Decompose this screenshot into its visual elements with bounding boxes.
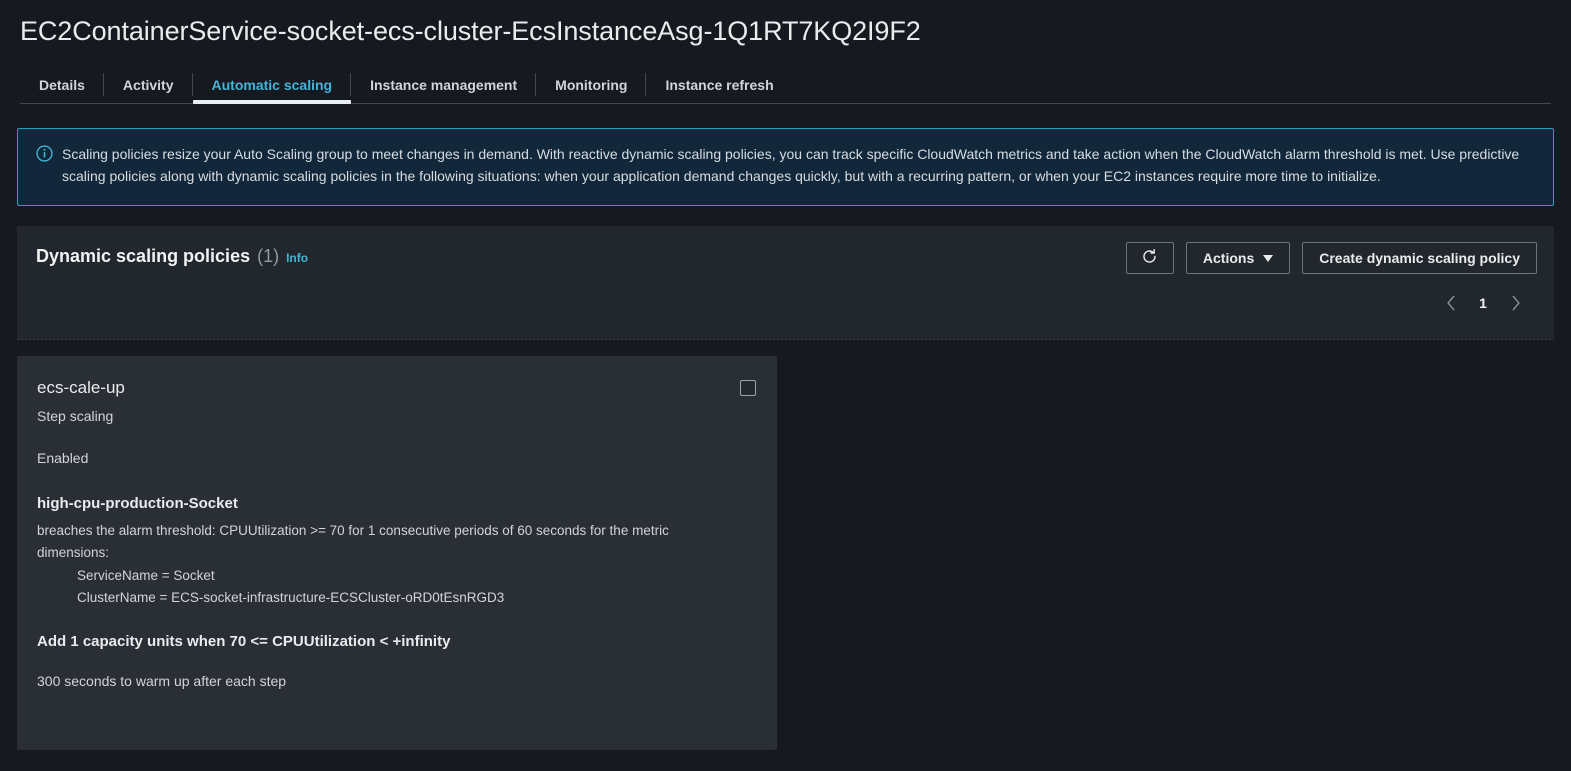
refresh-icon: [1141, 248, 1158, 268]
tab-bar: Details Activity Automatic scaling Insta…: [20, 66, 1551, 104]
tab-label: Details: [39, 77, 85, 93]
tab-instance-management[interactable]: Instance management: [351, 66, 536, 103]
tab-automatic-scaling[interactable]: Automatic scaling: [193, 66, 352, 103]
panel-count: (1): [257, 246, 279, 267]
actions-label: Actions: [1203, 250, 1254, 266]
page-title: EC2ContainerService-socket-ecs-cluster-E…: [20, 16, 921, 47]
policy-action: Add 1 capacity units when 70 <= CPUUtili…: [37, 633, 755, 650]
tab-label: Instance management: [370, 77, 517, 93]
chevron-down-icon: [1263, 255, 1273, 262]
tab-instance-refresh[interactable]: Instance refresh: [646, 66, 792, 103]
list-item: ServiceName = Socket: [77, 565, 755, 587]
info-banner: Scaling policies resize your Auto Scalin…: [17, 128, 1554, 206]
policy-type: Step scaling: [37, 408, 755, 424]
pagination-page-1[interactable]: 1: [1470, 288, 1496, 318]
info-banner-text: Scaling policies resize your Auto Scalin…: [62, 143, 1537, 191]
automatic-scaling-page: EC2ContainerService-socket-ecs-cluster-E…: [0, 0, 1571, 771]
tab-details[interactable]: Details: [20, 66, 104, 103]
panel-title: Dynamic scaling policies: [36, 246, 250, 267]
tab-label: Monitoring: [555, 77, 627, 93]
refresh-button[interactable]: [1126, 242, 1174, 274]
policy-select-checkbox[interactable]: [740, 380, 756, 396]
policy-card[interactable]: ecs-cale-up Step scaling Enabled high-cp…: [17, 356, 777, 750]
create-policy-label: Create dynamic scaling policy: [1319, 250, 1520, 266]
dynamic-scaling-policies-panel: Dynamic scaling policies (1) Info Action…: [17, 226, 1554, 340]
active-tab-underline: [193, 100, 352, 104]
tab-monitoring[interactable]: Monitoring: [536, 66, 646, 103]
tab-activity[interactable]: Activity: [104, 66, 193, 103]
info-circle-icon: [36, 145, 53, 162]
panel-divider: [17, 339, 1554, 340]
pagination: 1: [1436, 288, 1530, 318]
chevron-right-icon[interactable]: [1500, 288, 1530, 318]
tab-label: Instance refresh: [665, 77, 773, 93]
actions-dropdown-button[interactable]: Actions: [1186, 242, 1290, 274]
chevron-left-icon[interactable]: [1436, 288, 1466, 318]
policy-name: ecs-cale-up: [37, 378, 755, 398]
panel-header: Dynamic scaling policies (1) Info: [36, 246, 308, 267]
panel-action-buttons: Actions Create dynamic scaling policy: [1126, 242, 1537, 274]
policy-warmup: 300 seconds to warm up after each step: [37, 673, 755, 689]
tab-label: Automatic scaling: [212, 77, 333, 93]
info-link[interactable]: Info: [286, 251, 308, 265]
list-item: ClusterName = ECS-socket-infrastructure-…: [77, 587, 755, 609]
policy-status: Enabled: [37, 450, 755, 466]
create-dynamic-scaling-policy-button[interactable]: Create dynamic scaling policy: [1302, 242, 1537, 274]
alarm-dimensions-list: ServiceName = Socket ClusterName = ECS-s…: [37, 565, 755, 609]
alarm-name: high-cpu-production-Socket: [37, 495, 755, 512]
alarm-description: breaches the alarm threshold: CPUUtiliza…: [37, 520, 727, 564]
tab-label: Activity: [123, 77, 174, 93]
